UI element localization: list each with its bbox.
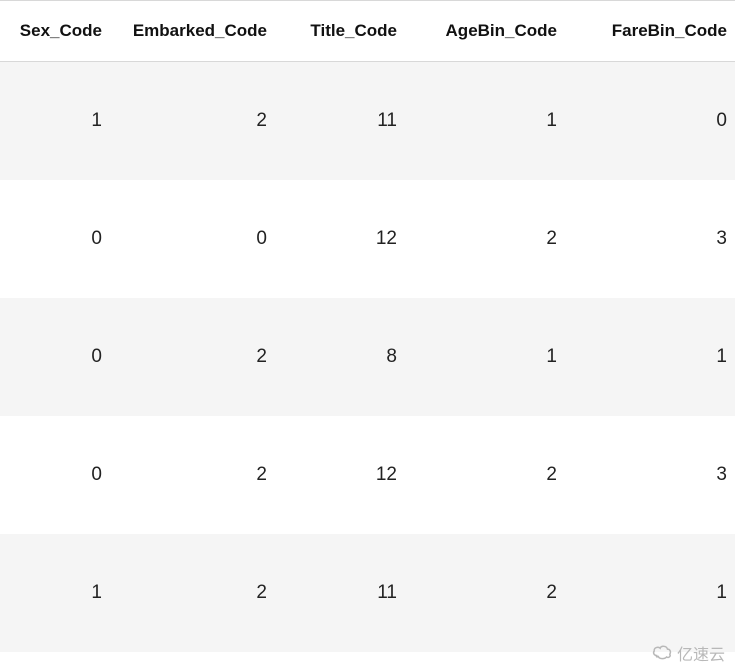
cell-value: 12 [275,180,405,298]
cell-value: 1 [565,534,735,652]
cell-value: 0 [110,180,275,298]
cell-value: 0 [0,180,110,298]
cell-value: 2 [110,298,275,416]
table-row: 0 0 12 2 3 [0,180,735,298]
table-row: 1 2 11 2 1 [0,534,735,652]
col-header-agebin-code: AgeBin_Code [405,1,565,62]
cell-value: 3 [565,416,735,534]
data-table-container: Sex_Code Embarked_Code Title_Code AgeBin… [0,0,735,652]
cell-value: 2 [110,62,275,181]
cell-value: 11 [275,534,405,652]
cell-value: 1 [565,298,735,416]
data-table: Sex_Code Embarked_Code Title_Code AgeBin… [0,1,735,652]
cell-value: 3 [565,180,735,298]
cell-value: 1 [0,62,110,181]
table-row: 1 2 11 1 0 [0,62,735,181]
col-header-embarked-code: Embarked_Code [110,1,275,62]
cell-value: 2 [405,180,565,298]
cell-value: 2 [405,534,565,652]
cell-value: 12 [275,416,405,534]
cell-value: 2 [110,534,275,652]
table-row: 0 2 8 1 1 [0,298,735,416]
col-header-farebin-code: FareBin_Code [565,1,735,62]
cell-value: 2 [110,416,275,534]
cell-value: 11 [275,62,405,181]
cell-value: 0 [565,62,735,181]
table-row: 0 2 12 2 3 [0,416,735,534]
cell-value: 1 [405,62,565,181]
col-header-title-code: Title_Code [275,1,405,62]
cell-value: 8 [275,298,405,416]
cell-value: 1 [405,298,565,416]
col-header-sex-code: Sex_Code [0,1,110,62]
cell-value: 2 [405,416,565,534]
cell-value: 0 [0,298,110,416]
table-header-row: Sex_Code Embarked_Code Title_Code AgeBin… [0,1,735,62]
cell-value: 1 [0,534,110,652]
cell-value: 0 [0,416,110,534]
